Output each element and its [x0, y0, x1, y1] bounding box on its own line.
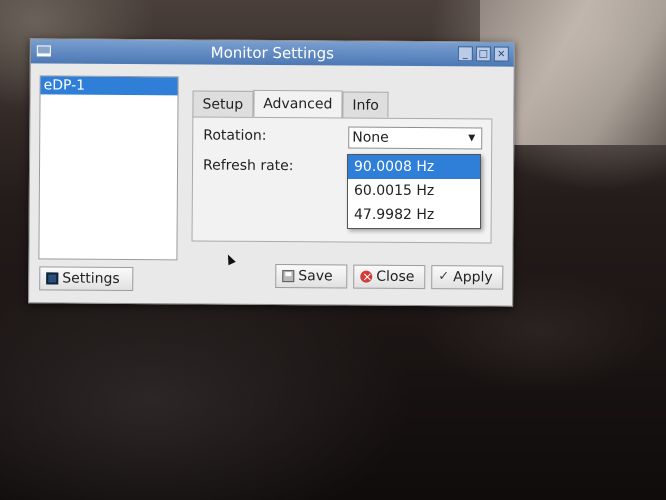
- chevron-down-icon: ▼: [468, 133, 476, 144]
- refresh-rate-dropdown[interactable]: 90.0008 Hz 60.0015 Hz 47.9982 Hz: [347, 154, 481, 229]
- save-button[interactable]: Save: [275, 264, 348, 289]
- rotation-label: Rotation:: [203, 127, 267, 144]
- apply-button-label: Apply: [453, 269, 493, 286]
- maximize-icon[interactable]: □: [475, 46, 491, 62]
- title-bar[interactable]: Monitor Settings _ □ ×: [30, 39, 514, 67]
- settings-button-label: Settings: [62, 270, 120, 287]
- window-title: Monitor Settings: [210, 43, 335, 63]
- refresh-option[interactable]: 47.9982 Hz: [348, 203, 480, 227]
- refresh-option[interactable]: 90.0008 Hz: [348, 155, 480, 179]
- tab-info[interactable]: Info: [342, 91, 389, 118]
- floppy-disk-icon: [282, 270, 295, 283]
- settings-button[interactable]: Settings: [39, 266, 134, 292]
- apply-button[interactable]: ✓ Apply: [431, 265, 504, 290]
- tab-setup[interactable]: Setup: [192, 90, 254, 117]
- save-button-label: Save: [298, 268, 333, 285]
- close-button-label: Close: [376, 268, 415, 286]
- refresh-option[interactable]: 60.0015 Hz: [348, 179, 480, 203]
- tab-advanced[interactable]: Advanced: [253, 89, 343, 119]
- display-item-edp-1[interactable]: eDP-1: [40, 76, 178, 96]
- settings-icon: [46, 272, 59, 285]
- close-circle-icon: [360, 270, 373, 283]
- minimize-icon[interactable]: _: [457, 46, 473, 62]
- close-button[interactable]: Close: [353, 264, 426, 290]
- tab-bar: Setup Advanced Info: [192, 89, 389, 119]
- display-list[interactable]: eDP-1: [38, 75, 179, 261]
- rotation-value: None: [352, 129, 389, 146]
- close-icon[interactable]: ×: [493, 46, 509, 62]
- rotation-select[interactable]: None ▼: [348, 126, 483, 150]
- refresh-rate-label: Refresh rate:: [202, 157, 294, 175]
- checkmark-icon: ✓: [438, 269, 450, 285]
